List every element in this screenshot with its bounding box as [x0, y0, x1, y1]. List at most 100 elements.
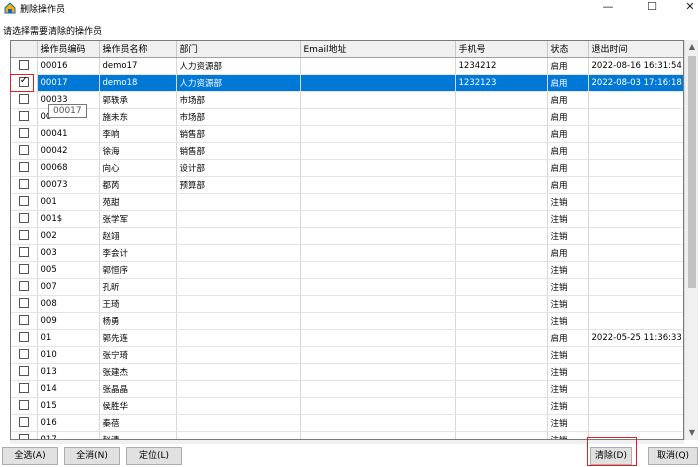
cell-status[interactable]: 注销: [547, 346, 589, 364]
table-row[interactable]: 002 赵翊 注销: [11, 227, 683, 245]
row-checkbox[interactable]: [18, 213, 29, 224]
cell-dept[interactable]: [176, 346, 301, 364]
cell-code[interactable]: 001: [37, 193, 100, 211]
cell-status[interactable]: 启用: [547, 142, 589, 160]
row-checkbox[interactable]: [18, 75, 29, 88]
cell-code[interactable]: 014: [37, 380, 100, 398]
row-checkbox[interactable]: [18, 94, 29, 105]
vertical-scrollbar[interactable]: ▲ ▼: [684, 40, 698, 440]
cell-logout[interactable]: 2022-08-03 17:16:18: [588, 74, 683, 92]
table-row[interactable]: 00 施未东 市场部 启用: [11, 108, 683, 126]
cell-dept[interactable]: 销售部: [176, 142, 301, 160]
cell-logout[interactable]: [588, 346, 683, 364]
cell-name[interactable]: 张晶晶: [99, 380, 177, 398]
cell-dept[interactable]: [176, 193, 301, 211]
cell-logout[interactable]: [588, 312, 683, 330]
close-icon[interactable]: ✕: [672, 0, 700, 16]
cell-dept[interactable]: 预算部: [176, 176, 301, 194]
row-checkbox[interactable]: [18, 264, 29, 275]
scroll-down-icon[interactable]: ▼: [685, 426, 699, 440]
cell-logout[interactable]: [588, 176, 683, 194]
cancel-button[interactable]: 取消(Q): [648, 447, 698, 465]
table-row[interactable]: 00042 徐海 销售部 启用: [11, 142, 683, 160]
cell-dept[interactable]: [176, 227, 301, 245]
cell-email[interactable]: [300, 142, 456, 160]
table-row[interactable]: 00016 demo17 人力资源部 1234212 启用 2022-08-16 16:3…: [11, 57, 683, 75]
cell-phone[interactable]: [455, 193, 548, 211]
cell-dept[interactable]: [176, 312, 301, 330]
col-header-name[interactable]: 操作员名称: [99, 41, 177, 58]
row-checkbox[interactable]: [18, 281, 29, 292]
cell-logout[interactable]: [588, 261, 683, 279]
col-header-email[interactable]: Email地址: [300, 41, 456, 58]
table-row[interactable]: 001 苑甜 注销: [11, 193, 683, 211]
cell-name[interactable]: 都芮: [99, 176, 177, 194]
cell-name[interactable]: 李响: [99, 125, 177, 143]
cell-phone[interactable]: [455, 176, 548, 194]
table-row[interactable]: 001$ 张学军 注销: [11, 210, 683, 228]
cell-name[interactable]: 张学军: [99, 210, 177, 228]
cell-phone[interactable]: [455, 329, 548, 347]
cell-status[interactable]: 注销: [547, 312, 589, 330]
table-row[interactable]: 009 杨勇 注销: [11, 312, 683, 330]
row-checkbox[interactable]: [18, 196, 29, 207]
cell-code[interactable]: 00017: [37, 74, 100, 92]
cell-status[interactable]: 启用: [547, 91, 589, 109]
cell-name[interactable]: 郭恒序: [99, 261, 177, 279]
cell-logout[interactable]: [588, 142, 683, 160]
table-row[interactable]: 014 张晶晶 注销: [11, 380, 683, 398]
cell-name[interactable]: 郭轶承: [99, 91, 177, 109]
cell-code[interactable]: 01: [37, 329, 100, 347]
cell-status[interactable]: 启用: [547, 108, 589, 126]
cell-status[interactable]: 启用: [547, 244, 589, 262]
cell-name[interactable]: 郭先连: [99, 329, 177, 347]
maximize-icon[interactable]: ☐: [634, 0, 670, 16]
cell-logout[interactable]: [588, 125, 683, 143]
row-checkbox[interactable]: [18, 315, 29, 326]
cell-code[interactable]: 015: [37, 397, 100, 415]
row-checkbox[interactable]: [18, 60, 29, 71]
cell-email[interactable]: [300, 295, 456, 313]
col-header-code[interactable]: 操作员编码: [37, 41, 100, 58]
cell-name[interactable]: 李会计: [99, 244, 177, 262]
cell-name[interactable]: 施未东: [99, 108, 177, 126]
cell-email[interactable]: [300, 74, 456, 92]
cell-phone[interactable]: [455, 346, 548, 364]
cell-code[interactable]: 003: [37, 244, 100, 262]
cell-dept[interactable]: 市场部: [176, 91, 301, 109]
cell-email[interactable]: [300, 431, 456, 439]
table-row[interactable]: 01 郭先连 启用 2022-05-25 11:36:33: [11, 329, 683, 347]
cell-name[interactable]: 赵翊: [99, 227, 177, 245]
cell-email[interactable]: [300, 278, 456, 296]
cell-name[interactable]: 杨勇: [99, 312, 177, 330]
cell-email[interactable]: [300, 193, 456, 211]
cell-phone[interactable]: [455, 278, 548, 296]
cell-dept[interactable]: [176, 363, 301, 381]
table-row[interactable]: 00017demo18人力资源部 1232123启用2022-08-03 17:1…: [11, 74, 683, 92]
table-row[interactable]: 00073 都芮 预算部 启用: [11, 176, 683, 194]
row-checkbox[interactable]: [18, 349, 29, 360]
cell-phone[interactable]: [455, 108, 548, 126]
cell-email[interactable]: [300, 244, 456, 262]
clear-all-button[interactable]: 全消(N): [64, 447, 120, 465]
scroll-thumb[interactable]: [688, 56, 696, 288]
cell-name[interactable]: demo17: [99, 57, 177, 75]
cell-dept[interactable]: [176, 380, 301, 398]
col-header-check[interactable]: [11, 41, 38, 58]
cell-name[interactable]: demo18: [99, 74, 177, 92]
cell-logout[interactable]: [588, 193, 683, 211]
cell-dept[interactable]: 人力资源部: [176, 74, 301, 92]
cell-code[interactable]: 013: [37, 363, 100, 381]
cell-logout[interactable]: [588, 397, 683, 415]
cell-dept[interactable]: [176, 278, 301, 296]
cell-dept[interactable]: 销售部: [176, 125, 301, 143]
cell-phone[interactable]: [455, 261, 548, 279]
cell-phone[interactable]: 1234212: [455, 57, 548, 75]
cell-logout[interactable]: [588, 227, 683, 245]
cell-phone[interactable]: [455, 380, 548, 398]
cell-phone[interactable]: [455, 363, 548, 381]
cell-code[interactable]: 017: [37, 431, 100, 439]
cell-phone[interactable]: [455, 125, 548, 143]
cell-email[interactable]: [300, 380, 456, 398]
cell-phone[interactable]: [455, 295, 548, 313]
